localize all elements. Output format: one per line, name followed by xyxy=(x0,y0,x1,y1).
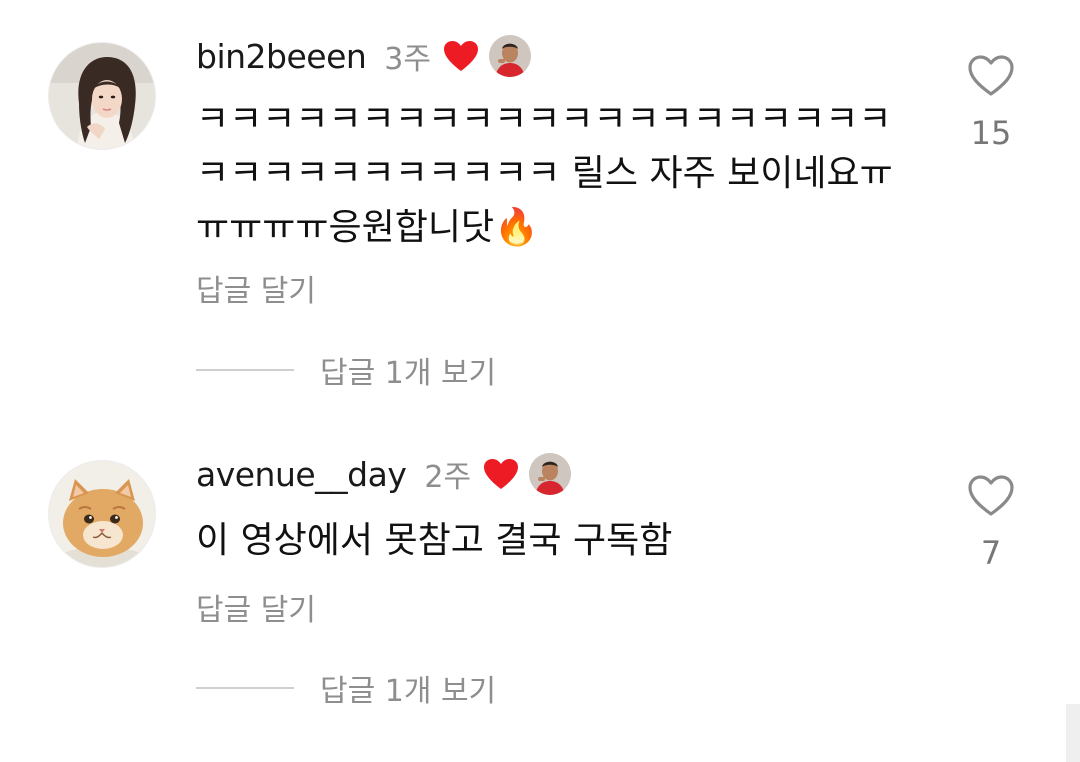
comment-time: 2주 xyxy=(424,460,472,495)
comment-item: avenue__day 2주 이 영상에서 못참고 결국 구독함 답글 달기 답… xyxy=(0,430,1080,762)
user-avatar[interactable] xyxy=(48,460,156,568)
reply-button[interactable]: 답글 달기 xyxy=(196,266,316,310)
author-avatar xyxy=(488,35,531,77)
comment-text: 이 영상에서 못참고 결국 구독함 xyxy=(196,520,673,561)
like-count: 15 xyxy=(970,114,1012,152)
comment-text: ㅋㅋㅋㅋㅋㅋㅋㅋㅋㅋㅋㅋㅋㅋㅋㅋㅋㅋㅋㅋㅋㅋㅋㅋㅋㅋㅋㅋㅋㅋㅋㅋ 릴스 자주 보… xyxy=(196,99,893,248)
like-column: 15 xyxy=(950,54,1032,152)
divider-line xyxy=(196,369,294,371)
comment-time: 3주 xyxy=(384,42,431,77)
view-replies-label: 답글 1개 보기 xyxy=(320,356,497,391)
like-column: 7 xyxy=(950,474,1032,572)
view-replies-button[interactable]: 답글 1개 보기 xyxy=(196,666,496,710)
filled-heart-icon xyxy=(483,458,519,490)
heart-outline-icon[interactable] xyxy=(967,54,1015,98)
heart-outline-icon[interactable] xyxy=(967,474,1015,518)
divider-line xyxy=(196,687,294,689)
comment-item: bin2beeen 3주 ㅋㅋㅋㅋㅋㅋㅋㅋㅋㅋㅋㅋㅋㅋㅋㅋㅋㅋㅋㅋㅋㅋㅋㅋㅋㅋㅋ… xyxy=(0,0,1080,420)
comment-meta: bin2beeen 3주 xyxy=(196,32,531,80)
comment-username[interactable]: bin2beeen xyxy=(196,37,367,76)
reply-button[interactable]: 답글 달기 xyxy=(196,585,316,629)
like-count: 7 xyxy=(980,534,1002,572)
comment-meta: avenue__day 2주 xyxy=(196,450,572,498)
filled-heart-icon xyxy=(443,40,479,72)
view-replies-label: 답글 1개 보기 xyxy=(320,674,497,709)
view-replies-button[interactable]: 답글 1개 보기 xyxy=(196,348,496,392)
author-avatar xyxy=(529,453,572,495)
user-avatar[interactable] xyxy=(48,42,156,150)
comment-username[interactable]: avenue__day xyxy=(196,455,407,494)
scrollbar-thumb[interactable] xyxy=(1066,704,1080,762)
